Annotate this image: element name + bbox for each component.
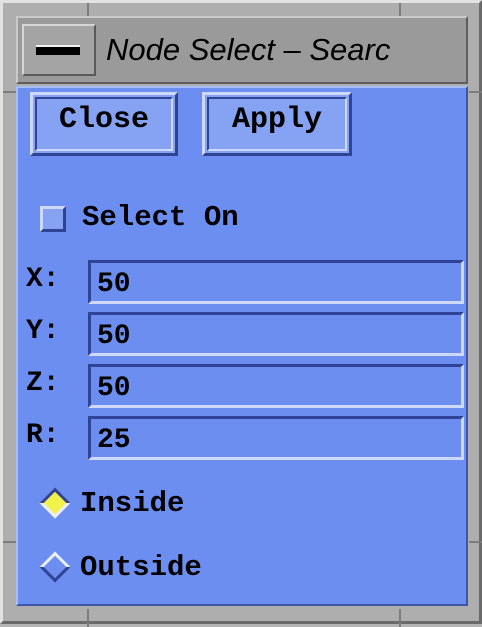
radio-unselected-icon[interactable] — [39, 551, 71, 583]
x-label: X: — [26, 264, 60, 295]
r-input[interactable] — [91, 419, 461, 457]
radio-selected-icon[interactable] — [39, 487, 71, 519]
apply-button-label: Apply — [231, 103, 322, 137]
select-on-label: Select On — [82, 201, 239, 234]
resize-notch — [469, 91, 482, 93]
r-label: R: — [26, 420, 60, 451]
resize-notch — [469, 541, 482, 543]
select-on-checkbox[interactable] — [40, 206, 66, 232]
y-label: Y: — [26, 316, 60, 347]
r-field[interactable] — [88, 416, 464, 460]
close-button[interactable]: Close — [30, 92, 178, 156]
z-input[interactable] — [91, 367, 461, 405]
resize-notch — [87, 609, 89, 627]
window-title: Node Select – Searc — [106, 32, 391, 67]
window-menu-button[interactable] — [22, 24, 96, 76]
x-field[interactable] — [88, 260, 464, 304]
y-input[interactable] — [91, 315, 461, 353]
close-button-label: Close — [58, 103, 149, 137]
z-field[interactable] — [88, 364, 464, 408]
resize-notch — [399, 609, 401, 627]
radio-inside-label: Inside — [80, 487, 185, 520]
dialog-body: Close Apply Select On X: Y: Z: R: Inside… — [16, 86, 468, 606]
title-bar[interactable]: Node Select – Searc — [16, 16, 468, 84]
window-menu-icon — [36, 45, 80, 55]
apply-button[interactable]: Apply — [202, 92, 352, 156]
z-label: Z: — [26, 368, 60, 399]
radio-outside-label: Outside — [80, 551, 202, 584]
y-field[interactable] — [88, 312, 464, 356]
x-input[interactable] — [91, 263, 461, 301]
